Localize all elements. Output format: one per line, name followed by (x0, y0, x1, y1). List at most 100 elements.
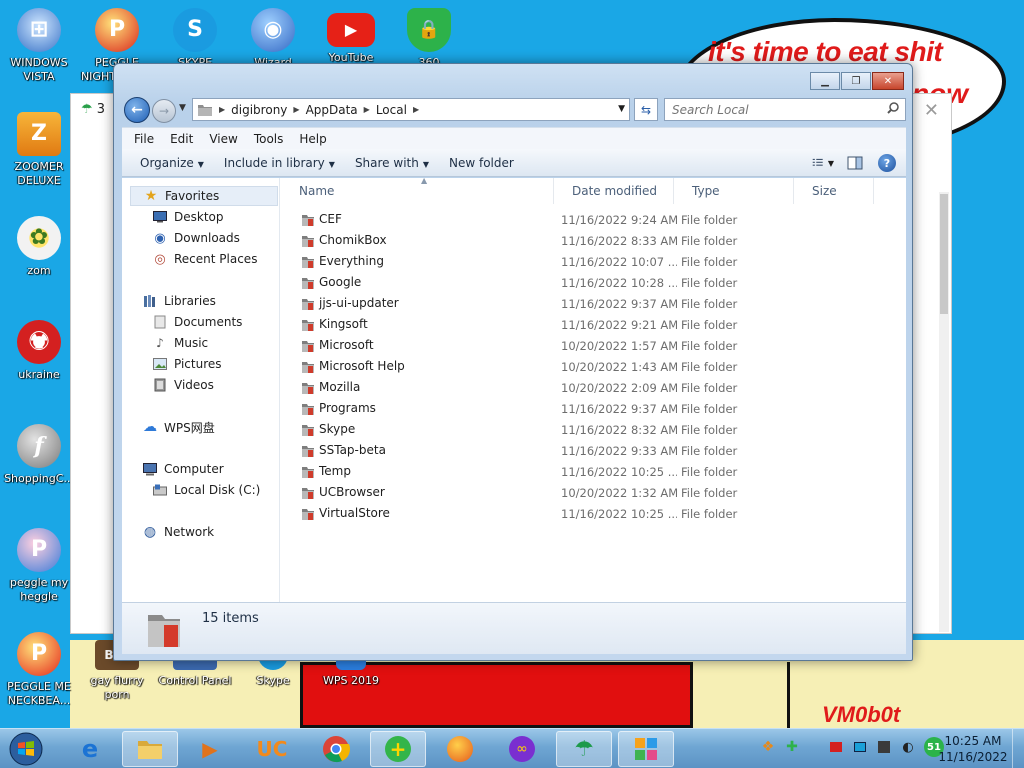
table-row[interactable]: Mozilla 10/20/2022 2:09 AM File folder (281, 378, 881, 399)
table-row[interactable]: Microsoft 10/20/2022 1:57 AM File folder (281, 336, 881, 357)
forward-button[interactable]: → (152, 99, 176, 123)
nav-videos[interactable]: Videos (152, 375, 214, 395)
desktop-icon-shield[interactable]: 🔒 360 (391, 8, 467, 70)
nav-pictures[interactable]: Pictures (152, 354, 222, 374)
nav-downloads[interactable]: ◉ Downloads (152, 228, 240, 248)
nav-local-disk[interactable]: Local Disk (C:) (152, 480, 260, 500)
nav-desktop[interactable]: Desktop (152, 207, 224, 227)
desktop-icon-peggle-neckbeard[interactable]: P PEGGLE ME NECKBEA... (1, 632, 77, 708)
show-desktop-button[interactable] (1012, 729, 1024, 768)
taskbar-explorer[interactable] (122, 731, 178, 767)
breadcrumb-separator[interactable]: ▶ (364, 105, 370, 114)
table-row[interactable]: Kingsoft 11/16/2022 9:21 AM File folder (281, 315, 881, 336)
desktop-icon-zom[interactable]: ✿ zom (1, 216, 77, 278)
folder-icon (302, 320, 314, 331)
refresh-button[interactable]: ⇆ (634, 98, 658, 121)
table-row[interactable]: Google 11/16/2022 10:28 ... File folder (281, 273, 881, 294)
table-row[interactable]: Everything 11/16/2022 10:07 ... File folde… (281, 252, 881, 273)
nav-wps-cloud[interactable]: ☁ WPS网盘 (142, 417, 215, 437)
recent-pages-dropdown[interactable]: ▼ (179, 103, 186, 113)
address-dropdown[interactable]: ▼ (618, 104, 625, 114)
taskbar-ie[interactable]: e (62, 731, 118, 767)
tray-app-icon[interactable]: ❖ (760, 739, 776, 755)
background-window-tab[interactable]: ☂ 3 (81, 102, 105, 117)
taskbar-firefox[interactable] (432, 731, 488, 767)
breadcrumb-separator[interactable]: ▶ (413, 105, 419, 114)
organize-button[interactable]: Organize ▼ (130, 156, 214, 170)
menu-file[interactable]: File (126, 132, 162, 146)
desktop-icon-globe[interactable]: ◉ Wizard (235, 8, 311, 70)
desktop-icon-shopping[interactable]: f ShoppingC... (1, 424, 77, 486)
menu-edit[interactable]: Edit (162, 132, 201, 146)
menu-tools[interactable]: Tools (246, 132, 292, 146)
help-button[interactable]: ? (876, 153, 898, 173)
share-with-button[interactable]: Share with ▼ (345, 156, 439, 170)
table-row[interactable]: ChomikBox 11/16/2022 8:33 AM File folder (281, 231, 881, 252)
column-header-name[interactable]: Name ▲ (281, 176, 554, 204)
caret-down-icon: ▼ (328, 159, 335, 169)
taskbar-360[interactable]: + (370, 731, 426, 767)
column-header-date[interactable]: Date modified (554, 178, 674, 204)
desktop-icon-peggle-my-heggle[interactable]: P peggle my heggle (1, 528, 77, 604)
breadcrumb-local[interactable]: Local (376, 103, 407, 117)
breadcrumb-appdata[interactable]: AppData (306, 103, 358, 117)
breadcrumb-separator[interactable]: ▶ (219, 105, 225, 114)
taskbar-photos[interactable] (618, 731, 674, 767)
preview-pane-button[interactable] (844, 153, 866, 173)
include-in-library-button[interactable]: Include in library ▼ (214, 156, 345, 170)
address-bar[interactable]: ▶ digibrony ▶ AppData ▶ Local ▶ ▼ (192, 98, 630, 121)
tray-display-icon[interactable] (852, 739, 868, 755)
table-row[interactable]: VirtualStore 11/16/2022 10:25 ... File fol… (281, 504, 881, 525)
desktop-icon-ukraine[interactable]: ☢ ukraine (1, 320, 77, 382)
arrow-left-icon: ← (131, 102, 143, 118)
nav-documents[interactable]: Documents (152, 312, 242, 332)
breadcrumb-digibrony[interactable]: digibrony (231, 103, 287, 117)
view-options-button[interactable]: ▼ (812, 153, 834, 173)
table-row[interactable]: SSTap-beta 11/16/2022 9:33 AM File folder (281, 441, 881, 462)
nav-libraries[interactable]: Libraries (142, 291, 216, 311)
explorer-window[interactable]: ▁ ❐ ✕ ← → ▼ ▶ digibrony ▶ AppData ▶ Loca… (113, 63, 913, 661)
scrollbar-thumb[interactable] (940, 194, 948, 314)
nav-recent-places[interactable]: ◎ Recent Places (152, 249, 257, 269)
background-window-scrollbar[interactable] (939, 192, 949, 632)
nav-music[interactable]: ♪ Music (152, 333, 208, 353)
background-window-close-button[interactable]: ✕ (924, 100, 939, 121)
nav-network[interactable]: ◍ Network (142, 522, 214, 542)
breadcrumb-separator[interactable]: ▶ (293, 105, 299, 114)
tray-360-icon[interactable]: ✚ (784, 739, 800, 755)
nav-favorites[interactable]: ★ Favorites (130, 186, 278, 206)
tray-flag-icon[interactable] (828, 739, 844, 755)
close-button[interactable]: ✕ (872, 72, 904, 90)
new-folder-button[interactable]: New folder (439, 156, 524, 170)
table-row[interactable]: jjs-ui-updater 11/16/2022 9:37 AM File fol… (281, 294, 881, 315)
taskbar-umbrella-app[interactable]: ☂ (556, 731, 612, 767)
menu-help[interactable]: Help (291, 132, 334, 146)
taskbar-media-player[interactable]: ▶ (182, 731, 238, 767)
tray-volume-icon[interactable]: ◐ (900, 739, 916, 755)
tray-network-icon[interactable] (876, 739, 892, 755)
desktop-icon-youtube[interactable]: ▶ YouTube (313, 8, 389, 65)
desktop-icon-skype-top[interactable]: S SKYPE (157, 8, 233, 70)
table-row[interactable]: Skype 11/16/2022 8:32 AM File folder (281, 420, 881, 441)
menu-view[interactable]: View (201, 132, 245, 146)
table-row[interactable]: UCBrowser 10/20/2022 1:32 AM File folder (281, 483, 881, 504)
column-header-type[interactable]: Type (674, 178, 794, 204)
table-row[interactable]: Programs 11/16/2022 9:37 AM File folder (281, 399, 881, 420)
maximize-button[interactable]: ❐ (841, 72, 871, 90)
nav-computer[interactable]: Computer (142, 459, 224, 479)
start-button[interactable] (4, 731, 54, 767)
desktop-icon-windows-vista[interactable]: ⊞ WINDOWS VISTA (1, 8, 77, 84)
taskbar-mask-app[interactable]: ∞ (494, 731, 550, 767)
back-button[interactable]: ← (124, 97, 150, 123)
table-row[interactable]: Microsoft Help 10/20/2022 1:43 AM File fol… (281, 357, 881, 378)
taskbar-chrome[interactable] (308, 731, 364, 767)
search-input[interactable] (664, 98, 906, 121)
taskbar-uc-browser[interactable]: UC (244, 731, 300, 767)
column-header-size[interactable]: Size (794, 178, 874, 204)
desktop-icon-zoomer-deluxe[interactable]: Z ZOOMER DELUXE (1, 112, 77, 188)
address-row: ← → ▼ ▶ digibrony ▶ AppData ▶ Local ▶ ▼ … (122, 97, 906, 123)
table-row[interactable]: Temp 11/16/2022 10:25 ... File folder (281, 462, 881, 483)
minimize-button[interactable]: ▁ (810, 72, 840, 90)
table-row[interactable]: CEF 11/16/2022 9:24 AM File folder (281, 210, 881, 231)
taskbar-clock[interactable]: 10:25 AM 11/16/2022 (938, 733, 1008, 765)
